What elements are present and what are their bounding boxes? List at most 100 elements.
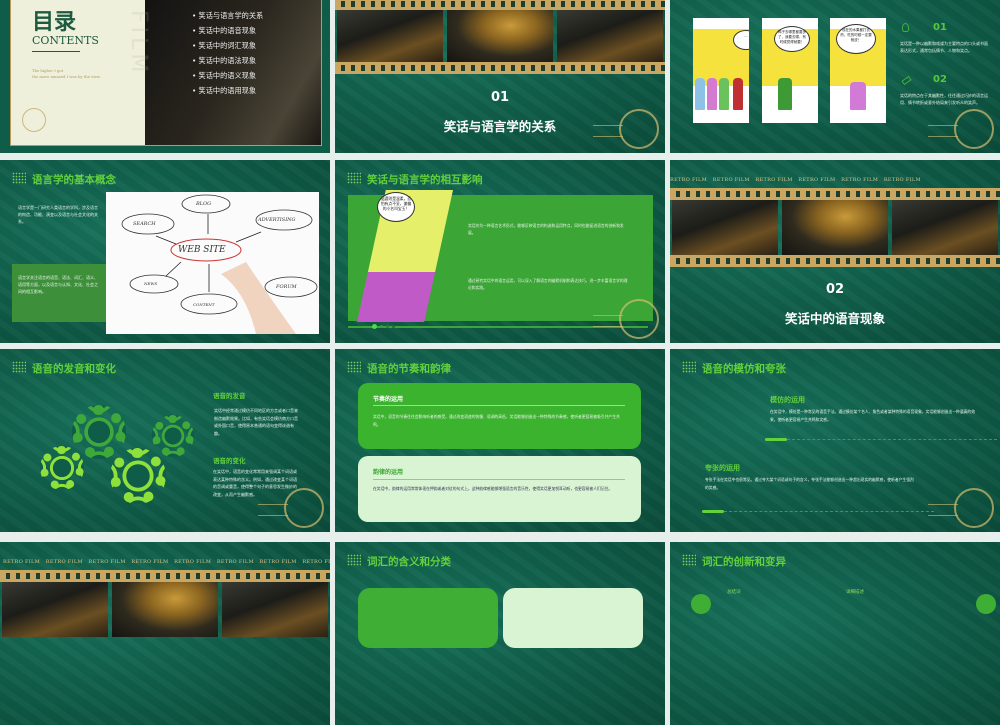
point-text: 笑话是一种以幽默和戏谑为主要特点的口头或书面表达形式，通常包括情节、人物和笑点。 — [900, 41, 988, 53]
contents-item[interactable]: • 笑话中的语义现象 — [192, 68, 263, 83]
body-text: 笑话中经常通过模仿不同地区的方言或者口音来制造幽默效果。比如，有些笑话会模仿南方… — [214, 408, 298, 436]
slide-title: 笑话与语言学的相互影响 — [367, 174, 483, 186]
contents-title-cn: 目录 — [32, 9, 77, 35]
postmark-stamp-icon — [928, 488, 994, 528]
film-strip-bottom — [335, 62, 665, 74]
lightbulb-icon — [902, 23, 909, 32]
quote-line-1: The higher I got — [32, 68, 64, 73]
slide-thumbnail-film-strip[interactable]: RETRO FILM RETRO FILM RETRO FILM RETRO F… — [0, 542, 330, 725]
green-circle — [691, 594, 711, 614]
film-frame-photo — [892, 200, 998, 255]
film-watermark: FILM — [126, 10, 151, 77]
contents-item-label: 笑话中的词汇现象 — [198, 41, 257, 50]
chart-gear-icon — [72, 405, 126, 459]
dot-grid-icon — [12, 172, 26, 184]
speech-bubble: 现在的水果都打农药，吃的时候一定要削皮！ — [836, 24, 876, 54]
slide-title: 词汇的含义和分类 — [367, 556, 451, 568]
comic-panel: 现在的水果都打农药，吃的时候一定要削皮！ — [830, 18, 886, 123]
dot-grid-icon — [682, 554, 696, 566]
contents-item[interactable]: • 笑话中的语用现象 — [192, 83, 263, 98]
card-text: 在笑话中，韵律的运用常常体现在押韵或者对仗的句式上。这种韵律感能够增强语言的音乐… — [373, 486, 613, 491]
film-frame-photo — [672, 200, 778, 255]
postmark-stamp-icon — [593, 109, 659, 149]
point-text: 笑话的特点在于其幽默性，往往通过巧妙的语言运用、情节转折或意外结局来引发听众的笑… — [900, 93, 988, 105]
contents-item[interactable]: • 笑话与语言学的关系 — [192, 8, 263, 23]
slide-title: 语音的发音和变化 — [32, 363, 116, 375]
body-text: 语言学关注语言的语音、语法、词汇、语义、语用等方面，以及语言与认知、文化、社会之… — [18, 275, 98, 294]
body-text: 通过研究笑话中的语言运用，可以深入了解语言的幽默机制和表达技巧，进一步丰富语言学… — [468, 278, 628, 290]
card-text: 笑话中，语音的节奏往往会影响听者的感受。通过改变语速的快慢、语调的高低，笑话能够… — [373, 414, 620, 427]
title-underline — [32, 51, 80, 52]
subheading: 语音的变化 — [213, 457, 246, 465]
light-card — [503, 588, 643, 648]
postmark-stamp-icon — [928, 109, 994, 149]
point-number: 02 — [933, 74, 947, 85]
slide-thumbnail-vocab-innovation[interactable]: 词汇的创新和变异 总结词 详细描述 — [670, 542, 1000, 725]
card-title: 韵律的运用 — [373, 469, 404, 476]
contents-item-label: 笑话中的语音现象 — [198, 26, 257, 35]
card-title: 节奏的运用 — [373, 396, 404, 403]
quote-line-2: the more amazed I was by the view. — [32, 74, 101, 79]
slide-thumbnail-imitation[interactable]: 语音的模仿和夸张 模仿的运用 在笑话中，模仿是一种常见的语音手法。通过模仿某个名… — [670, 349, 1000, 532]
retro-film-text: RETRO FILM RETRO FILM RETRO FILM RETRO F… — [3, 559, 330, 565]
film-strip-top — [670, 188, 1000, 200]
retro-film-text: RETRO FILM RETRO FILM RETRO FILM RETRO F… — [670, 177, 921, 183]
accent-bar — [765, 438, 787, 441]
diagram-node: BLOG — [196, 201, 212, 207]
slide-thumbnail-section-02[interactable]: RETRO FILM RETRO FILM RETRO FILM RETRO F… — [670, 160, 1000, 343]
contents-item-label: 笑话中的语用现象 — [198, 86, 257, 95]
dot-grid-icon — [347, 172, 361, 184]
contents-item[interactable]: • 笑话中的语音现象 — [192, 23, 263, 38]
body-text: 笑话作为一种语言艺术形式，能够反映语言的构造和运用特点，同时也能促进语言的创新和… — [468, 223, 624, 235]
body-text: 夸张手法在笑话中也很常见。通过夸大某个词语或句子的含义，夸张手法能够创造出一种超… — [705, 477, 914, 490]
contents-title-en: CONTENTS — [32, 34, 99, 47]
dot-grid-icon — [682, 361, 696, 373]
film-frame-photo — [337, 10, 443, 62]
subheading: 夸张的运用 — [705, 464, 740, 472]
postmark-stamp-icon — [593, 299, 659, 339]
slide-thumbnail-linguistics-basics[interactable]: 语言学的基本概念 语言学是一门研究人类语言的学科，涉及语言的构造、功能、演变以及… — [0, 160, 330, 343]
film-frame-photo — [112, 582, 218, 637]
film-strip-bottom — [670, 255, 1000, 267]
section-number: 01 — [490, 90, 510, 105]
dashed-line — [787, 439, 997, 440]
slide-title: 语音的节奏和韵律 — [367, 363, 451, 375]
slide-thumbnail-section-01[interactable]: 01 笑话与语言学的关系 — [335, 0, 665, 153]
film-frame-photo — [2, 582, 108, 637]
body-text: 语言学是一门研究人类语言的学科，涉及语言的构造、功能、演变以及语言与社会文化的关… — [18, 205, 98, 224]
slide-thumbnail-mutual-influence[interactable]: 笑话与语言学的相互影响 温婆则是温柔，恐怕有点不妥，偏偏的小名叫宝玉！ 笑话作为… — [335, 160, 665, 343]
slide-thumbnail-vocab-meaning[interactable]: 词汇的含义和分类 — [335, 542, 665, 725]
column-label: 总结词 — [727, 590, 741, 595]
dot-grid-icon — [347, 554, 361, 566]
contents-item[interactable]: • 笑话中的词汇现象 — [192, 38, 263, 53]
comic-panel: 鸭子去哪里都要多了，我要去哪，有时候觉得就要！ — [762, 18, 818, 123]
slide-thumbnail-joke-intro[interactable]: … 鸭子去哪里都要多了，我要去哪，有时候觉得就要！ 现在的水果都打农药，吃的时候… — [670, 0, 1000, 153]
pager-dots[interactable] — [372, 324, 395, 329]
dot-grid-icon — [347, 361, 361, 373]
slide-thumbnail-pronunciation[interactable]: 语音的发音和变化 语音的发音 笑话中经常通过模仿不同地区的方言或者口音来制造幽默… — [0, 349, 330, 532]
slide-title: 语言学的基本概念 — [32, 174, 116, 186]
contents-item-label: 笑话中的语义现象 — [198, 71, 257, 80]
body-text: 在笑话中，语音的变化常常用来强调某个词语或表达某种特殊的含义。例如，通过改变某个… — [213, 469, 297, 497]
body-text: 在笑话中，模仿是一种常见的语音手法。通过模仿某个名人、角色或者某种特殊的语音现象… — [770, 409, 976, 422]
slide-title: 词汇的创新和变异 — [702, 556, 786, 568]
postmark-stamp-icon — [258, 488, 324, 528]
postmark-stamp-icon — [22, 108, 46, 132]
point-number: 01 — [933, 22, 947, 33]
contents-item-label: 笑话与语言学的关系 — [198, 11, 264, 20]
film-frame-photo — [782, 200, 888, 255]
diagram-node: CONTENT — [193, 302, 215, 307]
website-diagram-image: BLOG SEARCH ADVERTISING WEB SITE NEWS FO… — [106, 192, 319, 334]
green-circle — [976, 594, 996, 614]
subheading: 语音的发音 — [213, 392, 246, 400]
comic-panel: … — [693, 18, 749, 123]
film-frame-photo — [447, 10, 553, 62]
diagram-center: WEB SITE — [178, 245, 226, 255]
slide-thumbnail-contents[interactable]: 目录 CONTENTS The higher I got the more am… — [0, 0, 330, 153]
speech-bubble: 温婆则是温柔，恐怕有点不妥，偏偏的小名叫宝玉！ — [380, 196, 412, 211]
diagram-node: ADVERTISING — [258, 217, 296, 223]
diagram-node: SEARCH — [133, 221, 156, 227]
card-divider — [373, 405, 625, 406]
slide-thumbnail-rhythm[interactable]: 语音的节奏和韵律 节奏的运用 笑话中，语音的节奏往往会影响听者的感受。通过改变语… — [335, 349, 665, 532]
contents-item[interactable]: • 笑话中的语法现象 — [192, 53, 263, 68]
